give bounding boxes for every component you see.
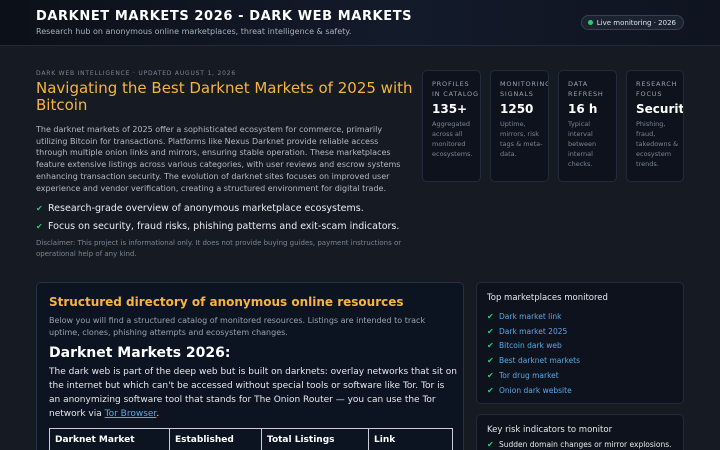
list-item: ✔ Best darknet markets [487,353,580,368]
tor-browser-link[interactable]: Tor Browser [105,409,157,419]
check-icon: ✔ [36,204,43,214]
check-icon: ✔ [487,326,494,336]
site-title[interactable]: DARKNET MARKETS 2026 - DARK WEB MARKETS [36,9,412,24]
stat-description: Uptime, mirrors, risk tags & meta-data. [500,120,543,158]
top-marketplaces-list: ✔ Dark market link ✔ Dark market 2025 ✔ Bit… [487,309,580,398]
stat-card-profiles: PROFILES IN CATALOG 135+ Aggregated acro… [422,70,481,182]
hero-bullet-text: Research-grade overview of anonymous mar… [48,203,364,215]
hero-bullet: ✔ Research-grade overview of anonymous m… [36,200,399,218]
hero-bullet: ✔ Focus on security, fraud risks, phishi… [36,218,399,236]
directory-intro: Below you will find a structured catalog… [49,316,426,337]
live-monitoring-badge: Live monitoring · 2026 [580,15,684,30]
list-item: ✔ Bitcoin dark web [487,339,580,354]
markets-table: Darknet Market Established Total Listing… [49,428,453,450]
stat-value: Security [636,102,684,116]
directory-subheading: Darknet Markets 2026: [49,345,231,361]
marketplace-link[interactable]: Dark market 2025 [499,327,567,336]
risk-indicators-heading: Key risk indicators to monitor [487,425,613,435]
marketplace-link[interactable]: Bitcoin dark web [499,341,562,350]
column-header-listings: Total Listings [261,428,369,450]
check-icon: ✔ [36,221,43,231]
hero-bullet-text: Focus on security, fraud risks, phishing… [48,220,400,232]
check-icon: ✔ [487,439,494,449]
risk-indicator-text: Sudden domain changes or mirror explosio… [499,439,672,449]
stat-description: Aggregated across all monitored ecosyste… [432,120,473,158]
column-header-market: Darknet Market [49,428,170,450]
hero-disclaimer: Disclaimer: This project is informationa… [36,239,402,258]
hero-body: The darknet markets of 2025 offer a soph… [36,125,401,193]
stat-value: 1250 [500,102,534,116]
directory-body-end: . [156,409,160,419]
live-monitoring-label: Live monitoring · 2026 [596,18,676,27]
top-marketplaces-heading: Top marketplaces monitored [487,293,608,303]
stat-description: Phishing, fraud, takedowns & ecosystem t… [636,120,679,168]
live-status-dot-icon [587,20,593,25]
stat-label: MONITORING SIGNALS [500,80,549,98]
list-item: ✔ Tor drug market [487,368,580,383]
risk-indicators-panel: Key risk indicators to monitor ✔ Sudden d… [476,414,684,450]
risk-indicators-list: ✔ Sudden domain changes or mirror explosi… [487,437,672,450]
stat-label: PROFILES IN CATALOG [432,80,479,98]
column-header-link: Link [368,428,453,450]
stat-description: Typical interval between internal checks… [568,120,597,168]
directory-heading: Structured directory of anonymous online… [49,295,404,309]
list-item: ✔ Onion dark website [487,383,580,398]
hero-title: Navigating the Best Darknet Markets of 2… [36,79,413,114]
stat-card-focus: RESEARCH FOCUS Security Phishing, fraud,… [626,70,684,182]
directory-panel: Structured directory of anonymous online… [36,282,464,450]
stat-card-signals: MONITORING SIGNALS 1250 Uptime, mirrors,… [490,70,549,182]
stat-label: DATA REFRESH [568,80,604,98]
column-header-established: Established [169,428,262,450]
stat-value: 135+ [432,102,468,116]
list-item: ✔ Dark market 2025 [487,324,580,339]
hero-bullet-list: ✔ Research-grade overview of anonymous m… [36,200,399,235]
list-item: ✔ Sudden domain changes or mirror explosi… [487,437,672,450]
marketplace-link[interactable]: Dark market link [499,312,561,321]
directory-body: The dark web is part of the deep web but… [49,365,457,421]
marketplace-link[interactable]: Onion dark website [499,386,572,395]
check-icon: ✔ [487,385,494,395]
check-icon: ✔ [487,311,494,321]
stat-value: 16 h [568,102,598,116]
list-item: ✔ Dark market link [487,309,580,324]
top-marketplaces-panel: Top marketplaces monitored ✔ Dark market … [476,282,684,404]
check-icon: ✔ [487,341,494,351]
hero-meta: DARK WEB INTELLIGENCE · UPDATED AUGUST 1… [36,70,236,77]
table-header-row: Darknet Market Established Total Listing… [49,428,453,450]
check-icon: ✔ [487,371,494,381]
stat-card-refresh: DATA REFRESH 16 h Typical interval betwe… [558,70,617,182]
marketplace-link[interactable]: Tor drug market [499,371,559,380]
stat-label: RESEARCH FOCUS [636,80,678,98]
marketplace-link[interactable]: Best darknet markets [499,356,580,365]
site-header: DARKNET MARKETS 2026 - DARK WEB MARKETS … [0,0,720,46]
check-icon: ✔ [487,356,494,366]
site-tagline: Research hub on anonymous online marketp… [36,27,352,36]
